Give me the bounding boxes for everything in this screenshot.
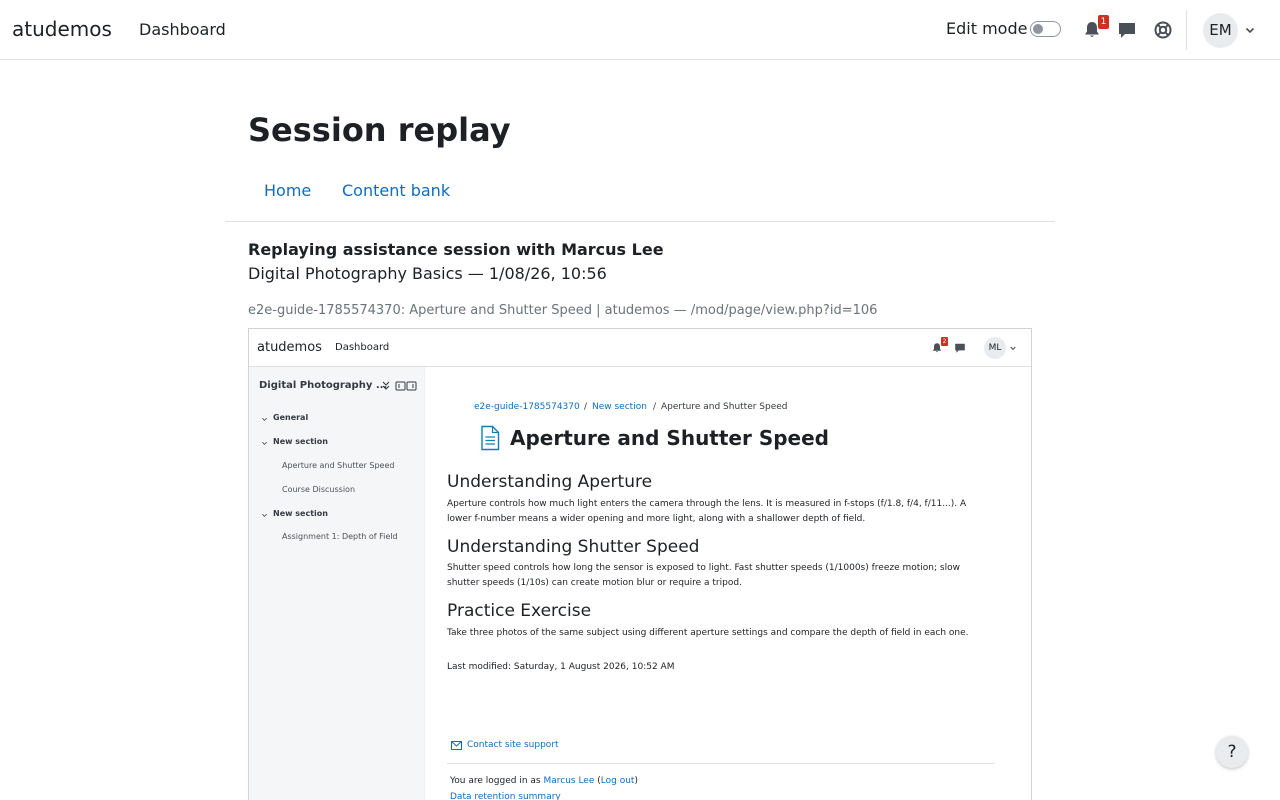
frame-text-aperture: Aperture controls how much light enters … — [447, 499, 967, 524]
frame-item-discussion: Course Discussion — [282, 485, 356, 494]
frame-item-assignment: Assignment 1: Depth of Field — [282, 532, 398, 541]
notification-badge: 1 — [1098, 15, 1109, 29]
edit-mode-toggle[interactable] — [1030, 21, 1061, 37]
frame-section-general: General — [273, 413, 309, 422]
section-divider — [225, 221, 1055, 222]
lifebuoy-icon[interactable] — [1153, 20, 1173, 40]
replay-heading: Replaying assistance session with Marcus… — [248, 240, 664, 259]
frame-breadcrumb-current: Aperture and Shutter Speed — [661, 402, 788, 412]
frame-heading-practice: Practice Exercise — [447, 601, 592, 621]
frame-section-new-2: New section — [273, 509, 328, 518]
navbar-divider — [1186, 10, 1187, 50]
toggle-knob — [1033, 24, 1043, 34]
frame-user-avatar: ML — [984, 337, 1006, 359]
frame-footer-divider — [447, 763, 995, 764]
frame-section-chevron-icon — [262, 417, 267, 421]
frame-dashboard-link: Dashboard — [335, 342, 390, 353]
frame-heading-shutter: Understanding Shutter Speed — [447, 537, 700, 557]
mail-icon — [451, 741, 462, 750]
frame-user-link: Marcus Lee — [543, 776, 595, 786]
nav-dashboard-link[interactable]: Dashboard — [139, 20, 226, 39]
frame-section-new-1: New section — [273, 437, 328, 446]
frame-heading-aperture: Understanding Aperture — [447, 472, 653, 492]
user-avatar[interactable]: EM — [1203, 13, 1238, 48]
frame-breadcrumb-course: e2e-guide-1785574370 — [474, 402, 580, 412]
frame-text-practice: Take three photos of the same subject us… — [447, 628, 969, 638]
tab-content-bank[interactable]: Content bank — [342, 181, 450, 200]
frame-last-modified: Last modified: Saturday, 1 August 2026, … — [447, 662, 675, 672]
replay-frame-caption: e2e-guide-1785574370: Aperture and Shutt… — [248, 303, 878, 318]
top-navbar: atudemos Dashboard Edit mode 1 EM — [0, 0, 1280, 60]
frame-chat-icon — [955, 343, 965, 353]
frame-data-retention-link: Data retention summary — [450, 792, 561, 800]
help-button[interactable]: ? — [1216, 736, 1248, 768]
frame-item-aperture: Aperture and Shutter Speed — [282, 461, 395, 470]
page-title: Session replay — [248, 111, 511, 149]
frame-breadcrumb-sep: / — [584, 402, 588, 412]
frame-breadcrumb-section: New section — [592, 402, 647, 412]
frame-course-title: Digital Photography ... — [259, 380, 388, 391]
chevron-down-icon[interactable] — [1244, 24, 1256, 36]
frame-chevron-down-icon — [1010, 346, 1016, 351]
frame-notification-badge: 2 — [941, 337, 948, 346]
frame-site-brand: atudemos — [257, 340, 322, 355]
frame-logged-prefix: You are logged in as — [450, 776, 544, 786]
edit-mode-label: Edit mode — [946, 19, 1028, 38]
frame-text-shutter: Shutter speed controls how long the sens… — [447, 563, 960, 588]
frame-course-index: Digital Photography ... General New sect… — [249, 367, 425, 800]
frame-navbar: atudemos Dashboard 2 ML — [249, 329, 1031, 367]
chat-icon[interactable] — [1117, 20, 1137, 40]
replay-frame: atudemos Dashboard 2 ML Digital Photogra… — [248, 328, 1032, 800]
frame-section-chevron-icon — [262, 441, 267, 445]
frame-logout-link: Log out — [600, 776, 635, 786]
site-brand[interactable]: atudemos — [12, 17, 112, 41]
tab-home[interactable]: Home — [264, 181, 311, 200]
replay-subheading: Digital Photography Basics — 1/08/26, 10… — [248, 264, 607, 283]
frame-breadcrumb-sep: / — [653, 402, 657, 412]
collapse-expand-icons — [382, 381, 417, 391]
frame-logged-in-text: You are logged in as Marcus Lee (Log out… — [450, 776, 638, 786]
frame-contact-support-link: Contact site support — [467, 740, 559, 750]
frame-page-title: Aperture and Shutter Speed — [510, 426, 829, 450]
document-icon — [481, 425, 500, 451]
frame-section-chevron-icon — [262, 513, 267, 517]
